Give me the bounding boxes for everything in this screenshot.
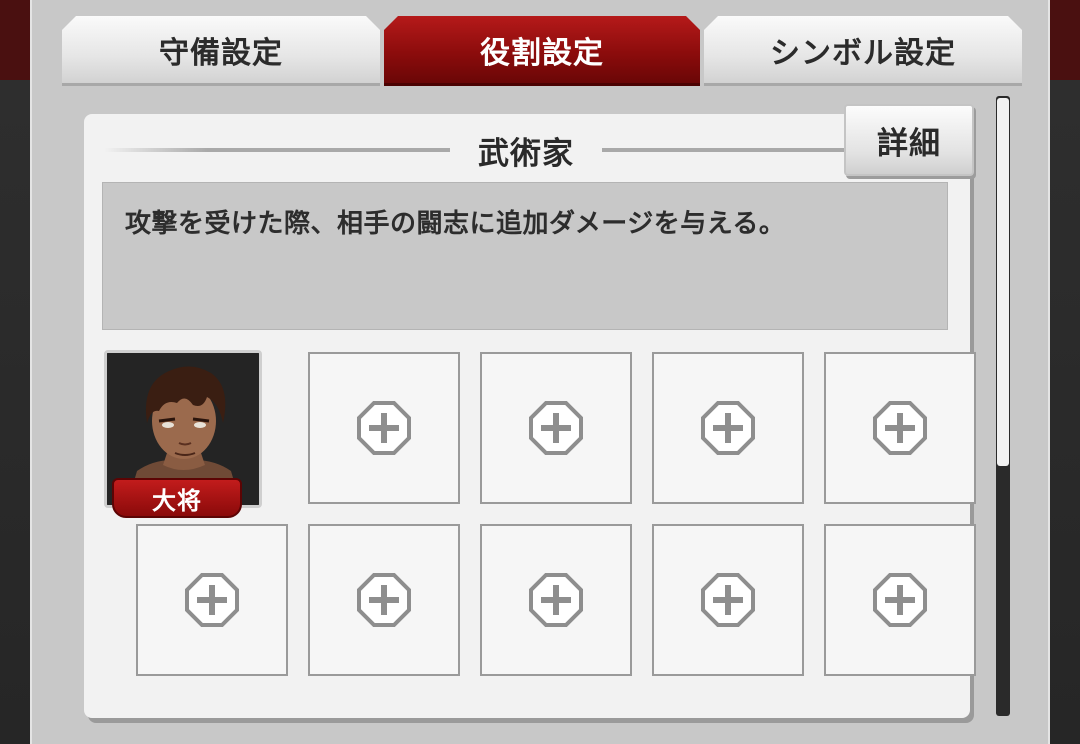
scrollbar-thumb[interactable] [997,98,1009,466]
empty-slot[interactable] [480,352,632,504]
plus-icon [873,401,927,455]
empty-slot[interactable] [136,524,288,676]
backdrop-right [1050,0,1080,744]
role-card: 武術家 詳細 攻撃を受けた際、相手の闘志に追加ダメージを与える。 大将 [84,104,976,718]
plus-icon [873,573,927,627]
empty-slot[interactable] [308,352,460,504]
title-divider-left [104,148,450,152]
empty-slot[interactable] [824,352,976,504]
tab-symbol-settings[interactable]: シンボル設定 [704,16,1022,86]
plus-icon [185,573,239,627]
empty-slot[interactable] [308,524,460,676]
backdrop-left [0,0,30,744]
plus-icon [529,573,583,627]
scrollbar[interactable] [996,96,1010,716]
role-description: 攻撃を受けた際、相手の闘志に追加ダメージを与える。 [102,182,948,330]
empty-slot[interactable] [652,524,804,676]
empty-slot[interactable] [480,524,632,676]
plus-icon [701,573,755,627]
empty-slot[interactable] [824,524,976,676]
role-settings-panel: 守備設定 役割設定 シンボル設定 武術家 詳細 攻撃を受けた際、相手の闘志に追加… [30,0,1050,744]
title-divider-right [602,148,847,152]
empty-slot[interactable] [652,352,804,504]
plus-icon [701,401,755,455]
leader-badge: 大将 [112,478,242,518]
role-description-text: 攻撃を受けた際、相手の闘志に追加ダメージを与える。 [125,209,786,239]
leader-badge-label: 大将 [152,486,202,515]
plus-icon [357,401,411,455]
detail-button[interactable]: 詳細 [844,104,974,176]
tab-role-settings[interactable]: 役割設定 [384,16,700,86]
role-title: 武術家 [478,135,574,172]
tab-defense-settings[interactable]: 守備設定 [62,16,380,86]
plus-icon [529,401,583,455]
plus-icon [357,573,411,627]
